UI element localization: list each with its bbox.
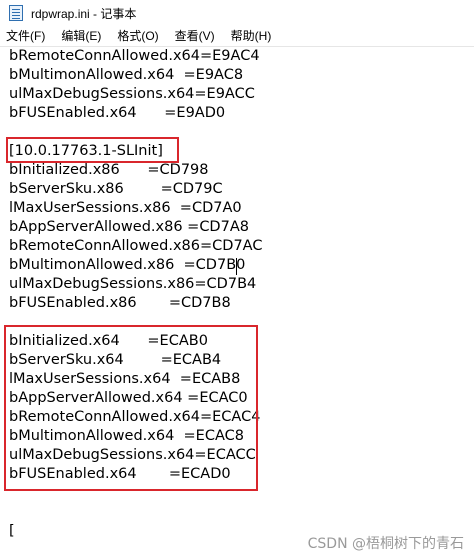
text-line: lMaxUserSessions.x64 =ECAB8 xyxy=(9,371,241,387)
text-line: bMultimonAllowed.x64 =E9AC8 xyxy=(9,67,244,83)
text-line: bFUSEnabled.x64 =ECAD0 xyxy=(9,466,231,482)
menu-format[interactable]: 格式(O) xyxy=(109,26,166,46)
text-line: bInitialized.x86 =CD798 xyxy=(9,162,209,178)
text-caret xyxy=(236,258,237,275)
section-header-line: [10.0.17763.1-SLInit] xyxy=(9,143,163,159)
text-line: ulMaxDebugSessions.x64=E9ACC xyxy=(9,86,255,102)
text-line: bServerSku.x86 =CD79C xyxy=(9,181,223,197)
menu-view[interactable]: 查看(V) xyxy=(167,26,223,46)
menu-bar: 文件(F) 编辑(E) 格式(O) 查看(V) 帮助(H) xyxy=(0,26,474,46)
text-line: bFUSEnabled.x64 =E9AD0 xyxy=(9,105,226,121)
text-line: bAppServerAllowed.x86 =CD7A8 xyxy=(9,219,249,235)
window-title: rdpwrap.ini - 记事本 xyxy=(31,6,137,21)
text-line: bRemoteConnAllowed.x86=CD7AC xyxy=(9,238,263,254)
watermark: CSDN @梧桐树下的青石 xyxy=(307,536,464,552)
text-line: bServerSku.x64 =ECAB4 xyxy=(9,352,222,368)
text-line: bMultimonAllowed.x86 =CD7B0 xyxy=(9,257,246,273)
text-line: lMaxUserSessions.x86 =CD7A0 xyxy=(9,200,242,216)
text-line: bFUSEnabled.x86 =CD7B8 xyxy=(9,295,231,311)
text-line: bRemoteConnAllowed.x64=E9AC4 xyxy=(9,48,260,64)
text-line: [ xyxy=(9,523,15,539)
text-line: bInitialized.x64 =ECAB0 xyxy=(9,333,208,349)
menu-file[interactable]: 文件(F) xyxy=(0,26,53,46)
menu-help[interactable]: 帮助(H) xyxy=(223,26,280,46)
notepad-icon xyxy=(9,5,23,21)
text-editor-area[interactable]: bRemoteConnAllowed.x64=E9AC4 bMultimonAl… xyxy=(0,46,474,559)
text-line: bAppServerAllowed.x64 =ECAC0 xyxy=(9,390,248,406)
text-line: bRemoteConnAllowed.x64=ECAC4 xyxy=(9,409,261,425)
text-line: ulMaxDebugSessions.x64=ECACC xyxy=(9,447,256,463)
text-line: bMultimonAllowed.x64 =ECAC8 xyxy=(9,428,244,444)
menu-edit[interactable]: 编辑(E) xyxy=(53,26,109,46)
text-line: ulMaxDebugSessions.x86=CD7B4 xyxy=(9,276,257,292)
title-bar: rdpwrap.ini - 记事本 xyxy=(0,0,474,26)
